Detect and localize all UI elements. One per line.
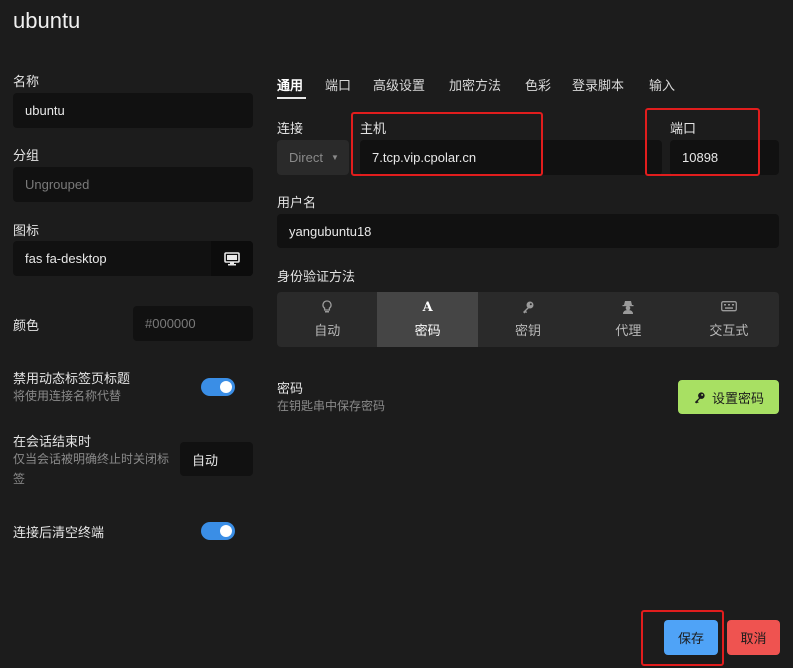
tab-login-scripts[interactable]: 登录脚本 (572, 75, 624, 94)
clear-terminal-label: 连接后清空终端 (13, 525, 105, 540)
key-icon (521, 300, 535, 316)
auth-agent[interactable]: 代理 (578, 292, 678, 347)
connection-select[interactable]: Direct ▼ (277, 140, 349, 175)
desktop-icon[interactable] (211, 241, 253, 276)
session-end-desc: 仅当会话被明确终止时关闭标签 (13, 452, 170, 486)
auth-key-label: 密钥 (515, 323, 542, 338)
port-highlight-box (645, 108, 760, 176)
color-input[interactable]: #000000 (133, 306, 253, 341)
clear-terminal-toggle[interactable] (201, 522, 235, 540)
auth-password-label: 密码 (414, 323, 441, 338)
keyboard-icon (720, 300, 737, 316)
icon-input[interactable]: fas fa-desktop (13, 241, 253, 276)
icon-label: 图标 (13, 223, 40, 238)
font-a-icon: A (422, 300, 433, 315)
session-end-label: 在会话结束时 (13, 434, 92, 449)
save-highlight-box (641, 610, 724, 666)
lightbulb-icon (322, 300, 332, 316)
caret-down-icon: ▼ (330, 153, 339, 162)
username-input[interactable]: yangubuntu18 (277, 214, 779, 248)
auth-method-label: 身份验证方法 (277, 269, 356, 284)
icon-input-value: fas fa-desktop (25, 251, 107, 266)
disable-dynamic-title-label: 禁用动态标签页标题 (13, 371, 131, 386)
auth-auto[interactable]: 自动 (277, 292, 377, 347)
disable-dynamic-title-desc: 将使用连接名称代替 (13, 389, 122, 403)
name-label: 名称 (13, 74, 40, 89)
group-input[interactable]: Ungrouped (13, 167, 253, 202)
auth-agent-label: 代理 (615, 323, 642, 338)
tab-input[interactable]: 输入 (649, 75, 675, 94)
color-label: 颜色 (13, 318, 40, 333)
password-desc: 在钥匙串中保存密码 (277, 399, 386, 413)
auth-method-selector: 自动 A 密码 密钥 代理 交互式 (277, 292, 779, 347)
name-input[interactable]: ubuntu (13, 93, 253, 128)
disable-dynamic-title-toggle[interactable] (201, 378, 235, 396)
set-password-label: 设置密码 (711, 390, 764, 406)
set-password-button[interactable]: 设置密码 (678, 380, 779, 414)
group-label: 分组 (13, 148, 40, 163)
auth-key[interactable]: 密钥 (478, 292, 578, 347)
auth-password[interactable]: A 密码 (377, 292, 478, 347)
auth-auto-label: 自动 (314, 323, 341, 338)
username-label: 用户名 (277, 195, 317, 210)
active-tab-indicator (277, 97, 306, 99)
tab-ports[interactable]: 端口 (325, 75, 351, 94)
key-icon (693, 391, 706, 404)
user-secret-icon (622, 300, 634, 316)
host-highlight-box (351, 112, 543, 176)
session-end-select[interactable]: 自动 (180, 442, 253, 476)
auth-interactive-label: 交互式 (709, 323, 749, 338)
connection-label: 连接 (277, 121, 304, 136)
auth-interactive[interactable]: 交互式 (679, 292, 779, 347)
tab-advanced[interactable]: 高级设置 (373, 75, 425, 94)
connection-select-value: Direct (289, 150, 323, 165)
tab-general[interactable]: 通用 (277, 75, 303, 94)
tab-colors[interactable]: 色彩 (525, 75, 551, 94)
dialog-title: ubuntu (13, 8, 81, 33)
password-label: 密码 (277, 381, 304, 396)
tab-ciphers[interactable]: 加密方法 (449, 75, 501, 94)
cancel-button[interactable]: 取消 (727, 620, 780, 655)
